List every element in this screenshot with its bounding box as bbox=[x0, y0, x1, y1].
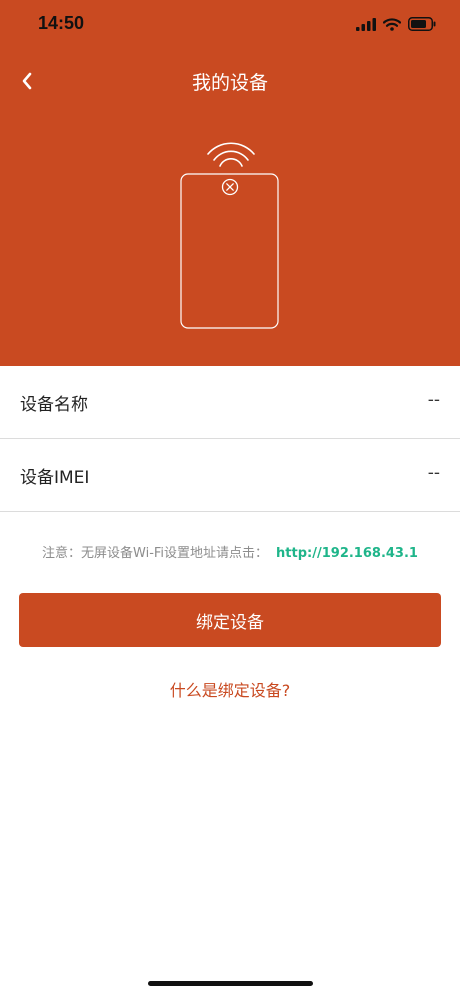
device-imei-label: 设备IMEI bbox=[20, 468, 90, 488]
status-icons bbox=[356, 15, 436, 33]
page-title: 我的设备 bbox=[191, 72, 268, 94]
phone-outline-icon bbox=[180, 173, 279, 329]
close-circle-icon bbox=[221, 178, 239, 196]
signal-icon bbox=[356, 17, 376, 31]
status-time: 14:50 bbox=[38, 13, 85, 33]
device-name-label: 设备名称 bbox=[20, 395, 88, 415]
battery-icon bbox=[408, 17, 436, 31]
navigation-bar: 我的设备 bbox=[0, 58, 460, 104]
device-name-row: 设备名称 -- bbox=[0, 366, 460, 439]
wifi-icon bbox=[383, 17, 401, 31]
device-name-value: -- bbox=[427, 390, 440, 410]
what-is-binding-link[interactable]: 什么是绑定设备? bbox=[0, 677, 460, 701]
device-imei-row: 设备IMEI -- bbox=[0, 439, 460, 512]
wifi-setup-notice: 注意：无屏设备Wi-Fi设置地址请点击： http://192.168.43.1 bbox=[0, 542, 460, 561]
wifi-setup-link[interactable]: http://192.168.43.1 bbox=[276, 546, 418, 561]
header-banner: 14:50 我的设备 bbox=[0, 0, 460, 366]
my-device-screen: 14:50 我的设备 设备名称 -- 设备IMEI -- 注意：无屏设备Wi-F… bbox=[0, 0, 460, 996]
home-indicator bbox=[148, 981, 313, 986]
device-imei-value: -- bbox=[427, 463, 440, 483]
bind-device-button[interactable]: 绑定设备 bbox=[19, 593, 441, 647]
notice-text: 注意：无屏设备Wi-Fi设置地址请点击： bbox=[42, 546, 269, 561]
device-illustration bbox=[180, 142, 279, 329]
wifi-waves-icon bbox=[207, 142, 255, 167]
status-bar: 14:50 bbox=[0, 0, 460, 50]
